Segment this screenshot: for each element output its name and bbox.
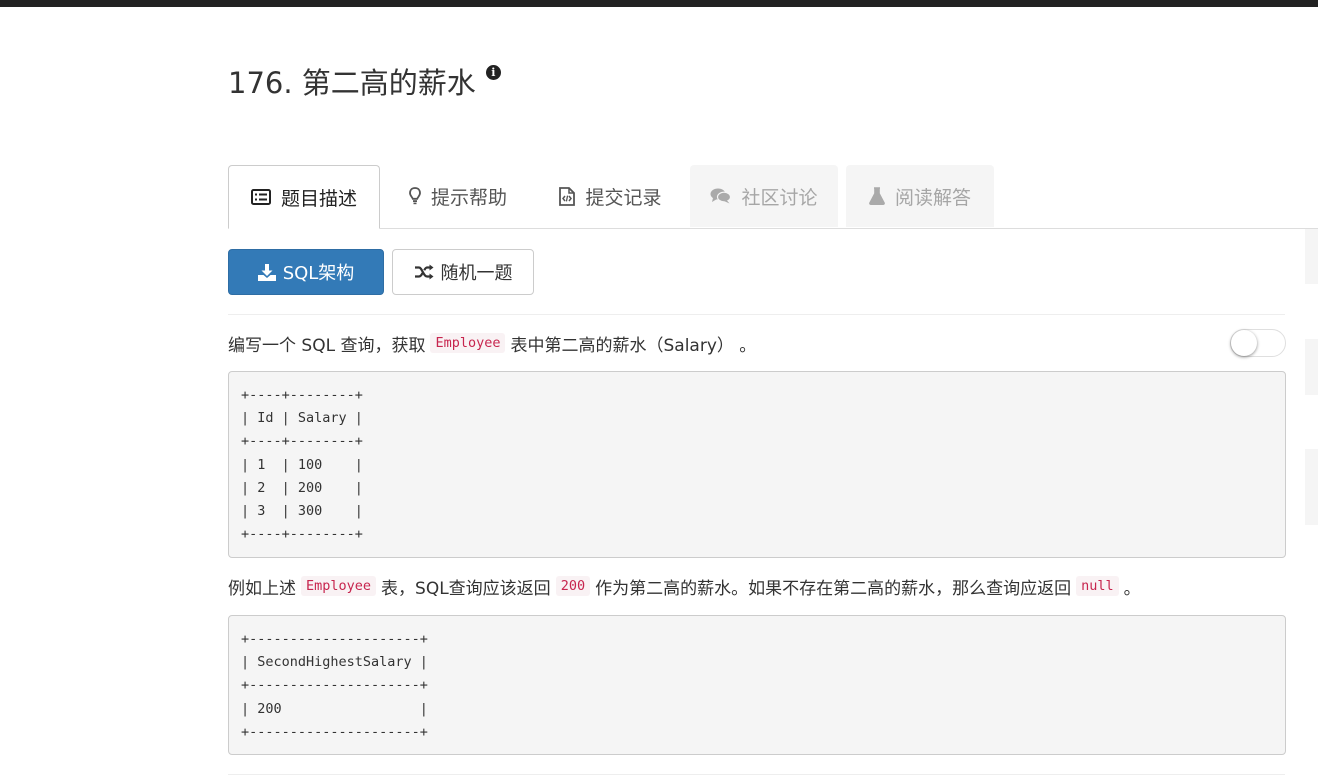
text: 作为第二高的薪水。如果不存在第二高的薪水，那么查询应返回 (595, 578, 1072, 599)
button-label: SQL架构 (282, 263, 355, 284)
download-icon (257, 263, 276, 281)
list-icon (250, 189, 271, 205)
page-title: 176. 第二高的薪水 i (228, 60, 501, 102)
tabs-divider (228, 228, 1318, 229)
divider (228, 774, 1285, 775)
tab-solution: 阅读解答 (846, 165, 994, 227)
info-icon[interactable]: i (485, 65, 501, 80)
inline-code-null: null (1076, 576, 1119, 596)
tab-label: 阅读解答 (894, 186, 971, 209)
side-scroll-strip (1305, 229, 1318, 529)
lightbulb-icon (409, 187, 421, 205)
expected-output-table: +---------------------+ | SecondHighestS… (228, 615, 1286, 755)
comments-icon (710, 188, 732, 204)
text: 例如上述 (228, 578, 296, 599)
random-question-button[interactable]: 随机一题 (392, 249, 534, 295)
button-label: 随机一题 (440, 263, 513, 284)
tab-discuss: 社区讨论 (690, 165, 838, 227)
flask-icon (869, 187, 885, 205)
divider (228, 314, 1285, 315)
inline-code-200: 200 (555, 576, 591, 596)
tab-description[interactable]: 题目描述 (228, 165, 380, 229)
tab-submissions[interactable]: 提交记录 (538, 165, 683, 227)
description-paragraph-2: 例如上述 Employee 表，SQL查询应该返回 200 作为第二高的薪水。如… (228, 572, 1141, 600)
top-bar (0, 0, 1318, 7)
shuffle-icon (414, 264, 434, 280)
text: 。 (1123, 578, 1141, 599)
description-paragraph-1: 编写一个 SQL 查询，获取 Employee 表中第二高的薪水（Salary）… (228, 329, 756, 357)
code-file-icon (559, 186, 576, 206)
text: 表中第二高的薪水（Salary） 。 (510, 335, 757, 356)
inline-code-employee: Employee (430, 333, 506, 353)
inline-code-employee: Employee (301, 576, 377, 596)
tab-label: 社区讨论 (741, 186, 818, 209)
tab-label: 提示帮助 (430, 186, 507, 209)
text: 表，SQL查询应该返回 (381, 578, 551, 599)
tab-label: 提交记录 (585, 186, 662, 209)
sql-schema-button[interactable]: SQL架构 (228, 249, 384, 295)
text: 编写一个 SQL 查询，获取 (228, 335, 426, 356)
toggle-knob (1231, 330, 1257, 356)
toggle-switch[interactable] (1230, 329, 1286, 357)
problem-title: 176. 第二高的薪水 (228, 66, 476, 100)
tab-label: 题目描述 (280, 187, 357, 210)
example-table-employee: +----+--------+ | Id | Salary | +----+--… (228, 371, 1286, 558)
tab-hints[interactable]: 提示帮助 (392, 165, 524, 227)
